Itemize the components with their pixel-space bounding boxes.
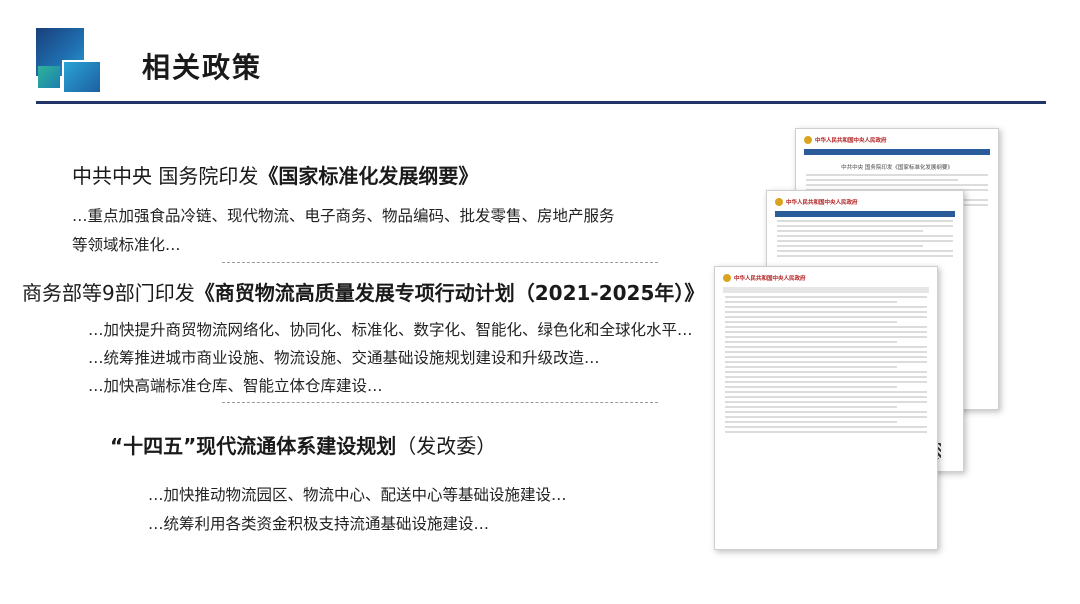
section3-heading: “十四五”现代流通体系建设规划（发改委） [110, 430, 496, 459]
section3-document-title: “十四五”现代流通体系建设规划 [110, 434, 397, 458]
section3-line-1: …加快推动物流园区、物流中心、配送中心等基础设施建设… [148, 486, 567, 504]
national-emblem-icon [723, 274, 731, 282]
section1-line-1: …重点加强食品冷链、现代物流、电子商务、物品编码、批发零售、房地产服务 [72, 207, 615, 225]
title-divider [36, 101, 1046, 104]
national-emblem-icon [775, 198, 783, 206]
section1-document-title: 《国家标准化发展纲要》 [258, 164, 479, 188]
site-name: 中华人民共和国中央人民政府 [786, 200, 858, 206]
section3-line-2: …统筹利用各类资金积极支持流通基础设施建设… [148, 515, 490, 533]
section2-line-1: …加快提升商贸物流网络化、协同化、标准化、数字化、智能化、绿色化和全球化水平… [88, 321, 693, 339]
page-title: 相关政策 [142, 51, 263, 84]
section-divider [222, 402, 658, 403]
section2-heading: 商务部等9部门印发《商贸物流高质量发展专项行动计划（2021-2025年）》 [22, 277, 704, 306]
document-image-front: 中华人民共和国中央人民政府 [714, 266, 938, 550]
site-name: 中华人民共和国中央人民政府 [734, 276, 806, 282]
section2-document-title: 《商贸物流高质量发展专项行动计划（2021-2025年）》 [194, 281, 705, 305]
section3-issuer: （发改委） [396, 434, 497, 458]
section2-line-3: …加快高端标准仓库、智能立体仓库建设… [88, 377, 383, 395]
section1-line-2: 等领域标准化… [72, 236, 181, 254]
section2-issuer: 商务部等9部门印发 [22, 281, 195, 305]
brand-logo [36, 28, 102, 94]
national-emblem-icon [804, 136, 812, 144]
section1-issuer: 中共中央 国务院印发 [72, 164, 259, 188]
site-name: 中华人民共和国中央人民政府 [815, 138, 887, 144]
document-heading: 中共中央 国务院印发《国家标准化发展纲要》 [841, 165, 953, 171]
section-divider [222, 262, 658, 263]
section2-line-2: …统筹推进城市商业设施、物流设施、交通基础设施规划建设和升级改造… [88, 349, 600, 367]
section1-heading: 中共中央 国务院印发《国家标准化发展纲要》 [72, 160, 478, 189]
